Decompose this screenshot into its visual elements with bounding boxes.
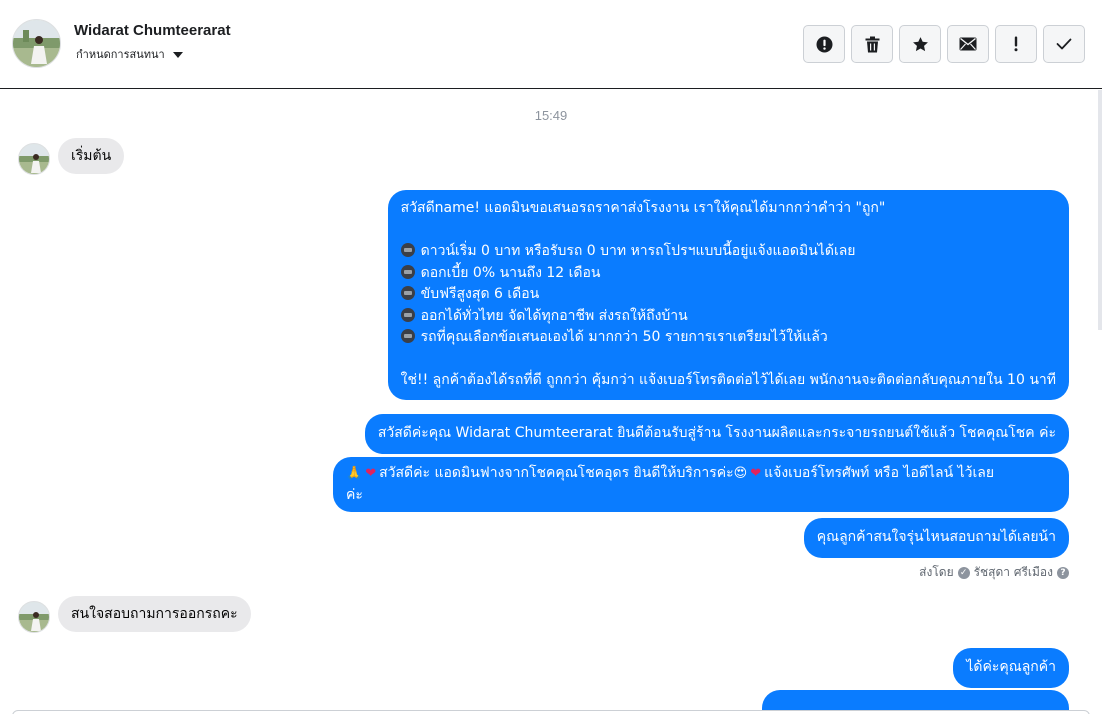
message-line: รถที่คุณเลือกข้อเสนอเองได้ มากกว่า 50 รา… — [400, 327, 1056, 349]
car-emoji-icon — [400, 307, 415, 322]
question-circle-icon[interactable]: ? — [1057, 566, 1069, 579]
trash-icon — [865, 36, 879, 52]
car-emoji-icon — [400, 286, 415, 300]
envelope-icon — [959, 37, 977, 51]
message-text: ได้ค่ะคุณลูกค้า — [966, 659, 1056, 675]
incoming-message[interactable]: เริ่มต้น — [58, 138, 125, 174]
car-emoji-icon — [400, 243, 415, 257]
outgoing-message-partial[interactable] — [762, 690, 1069, 710]
message-text: สนใจสอบถามการออกรถคะ — [71, 606, 238, 622]
delete-button[interactable] — [851, 25, 893, 63]
customer-avatar[interactable] — [18, 601, 50, 633]
check-circle-icon: ✓ — [957, 566, 970, 579]
car-emoji-icon — [400, 264, 415, 279]
sent-by-prefix: ส่งโดย — [919, 565, 954, 579]
mark-unread-button[interactable] — [947, 25, 989, 63]
conversation-subtitle: กำหนดการสนทนา — [76, 49, 165, 61]
heart-emoji-icon: ❤ — [365, 466, 377, 481]
message-text: สวัสดีค่ะคุณ Widarat Chumteerarat ยินดีต… — [377, 425, 1056, 441]
conversation-header: Widarat Chumteerarat กำหนดการสนทนา — [0, 0, 1102, 89]
conversation-toolbar — [803, 25, 1085, 63]
message-composer[interactable] — [12, 710, 1090, 714]
contact-avatar[interactable] — [12, 19, 61, 68]
sent-by-agent[interactable]: รัชสุดา ศรีเมือง — [974, 563, 1053, 582]
outgoing-message[interactable]: สวัสดีname! แอดมินขอเสนอรถราคาส่งโรงงาน … — [387, 190, 1069, 400]
message-line: 🙏 ❤ สวัสดีค่ะ แอดมินฟางจากโชคคุณโชคอุดร ยิ… — [346, 463, 1056, 485]
message-line: ค่ะ — [346, 486, 363, 503]
message-text: คุณลูกค้าสนใจรุ่นไหนสอบถามได้เลยน้า — [816, 529, 1056, 545]
incoming-message[interactable]: สนใจสอบถามการออกรถคะ — [58, 596, 251, 632]
exclamation-icon — [1014, 36, 1018, 52]
alert-circle-icon — [816, 36, 832, 52]
message-timestamp: 15:49 — [534, 108, 568, 123]
star-icon — [912, 36, 928, 51]
outgoing-message[interactable]: 🙏 ❤ สวัสดีค่ะ แอดมินฟางจากโชคคุณโชคอุดร ยิ… — [333, 457, 1069, 512]
outgoing-message[interactable]: ได้ค่ะคุณลูกค้า — [953, 648, 1069, 688]
customer-avatar[interactable] — [18, 143, 50, 175]
star-button[interactable] — [899, 25, 941, 63]
pray-emoji-icon: 🙏 — [346, 466, 363, 481]
chevron-down-icon[interactable] — [172, 51, 183, 58]
outgoing-message[interactable]: สวัสดีค่ะคุณ Widarat Chumteerarat ยินดีต… — [364, 414, 1069, 454]
important-button[interactable] — [995, 25, 1037, 63]
heart-eyes-emoji-icon: 😍 — [733, 466, 748, 481]
outgoing-message[interactable]: คุณลูกค้าสนใจรุ่นไหนสอบถามได้เลยน้า — [803, 518, 1069, 558]
thread-scrollbar[interactable] — [1098, 90, 1102, 330]
car-emoji-icon — [400, 329, 415, 343]
contact-name: Widarat Chumteerarat — [74, 22, 231, 39]
message-line: ดาวน์เริ่ม 0 บาท หรือรับรถ 0 บาท หารถโปร… — [400, 241, 1056, 263]
message-line: ใช่!! ลูกค้าต้องได้รถที่ดี ถูกกว่า คุ้มก… — [400, 372, 1056, 388]
heart-emoji-icon: ❤ — [750, 466, 762, 481]
report-spam-button[interactable] — [803, 25, 845, 63]
message-thread[interactable]: 15:49 เริ่มต้น สวัสดีname! แอดมินขอเสนอร… — [0, 90, 1102, 710]
check-icon — [1056, 38, 1072, 50]
message-line: สวัสดีname! แอดมินขอเสนอรถราคาส่งโรงงาน … — [400, 200, 886, 216]
message-line: ดอกเบี้ย 0% นานถึง 12 เดือน — [400, 263, 1056, 285]
sent-by-info: ส่งโดย ✓ รัชสุดา ศรีเมือง ? — [919, 563, 1069, 582]
message-line: ขับฟรีสูงสุด 6 เดือน — [400, 284, 1056, 306]
mark-done-button[interactable] — [1043, 25, 1085, 63]
message-text: เริ่มต้น — [71, 148, 112, 164]
message-line: ออกได้ทั่วไทย จัดได้ทุกอาชีพ ส่งรถให้ถึง… — [400, 306, 1056, 328]
conversation-settings[interactable]: กำหนดการสนทนา — [76, 45, 183, 63]
